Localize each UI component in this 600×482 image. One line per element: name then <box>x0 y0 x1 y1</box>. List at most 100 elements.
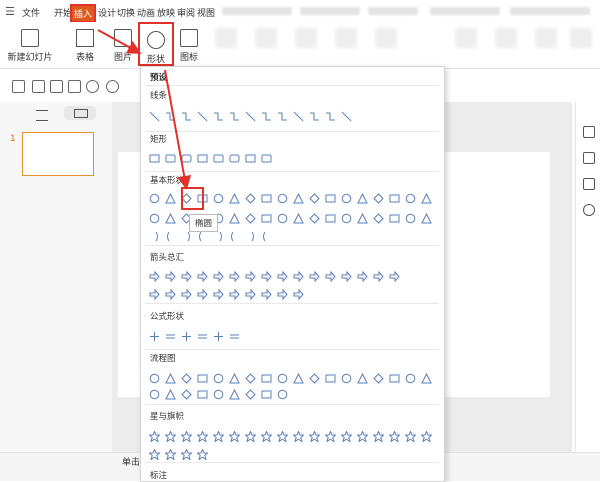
shape-option-star[interactable] <box>245 431 256 442</box>
shape-option-basic[interactable] <box>165 213 176 224</box>
shape-option-arrow[interactable] <box>165 289 176 300</box>
shape-option-flow[interactable] <box>181 389 192 400</box>
shape-option-flow[interactable] <box>229 373 240 384</box>
tab-review[interactable]: 审阅 <box>177 6 195 19</box>
slide-view-tab[interactable] <box>64 106 96 120</box>
shape-option-line[interactable] <box>293 111 304 122</box>
shape-option-flow[interactable] <box>229 389 240 400</box>
shape-option-arrow[interactable] <box>389 271 400 282</box>
shape-option-arrow[interactable] <box>149 271 160 282</box>
shape-option-flow[interactable] <box>341 373 352 384</box>
shape-option-flow[interactable] <box>165 373 176 384</box>
tab-insert[interactable]: 插入 <box>70 4 97 23</box>
shape-option-star[interactable] <box>149 449 160 460</box>
shape-option-flow[interactable] <box>277 373 288 384</box>
shape-option-basic[interactable] <box>421 213 432 224</box>
shape-option-eq[interactable] <box>213 331 224 342</box>
shape-option-arrow[interactable] <box>229 271 240 282</box>
shape-option-basic[interactable] <box>229 193 240 204</box>
shape-option-flow[interactable] <box>197 373 208 384</box>
shape-option-arrow[interactable] <box>293 271 304 282</box>
pdf-icon[interactable] <box>32 80 45 93</box>
shape-option-line[interactable] <box>197 111 208 122</box>
shape-option-flow[interactable] <box>405 373 416 384</box>
shape-option-star[interactable] <box>341 431 352 442</box>
shape-option-bracket[interactable] <box>245 231 256 242</box>
shape-option-star[interactable] <box>181 431 192 442</box>
shape-option-basic[interactable] <box>293 213 304 224</box>
shape-option-line[interactable] <box>341 111 352 122</box>
new-slide-button[interactable]: 新建幻灯片 <box>4 22 56 63</box>
shape-option-basic[interactable] <box>421 193 432 204</box>
shape-option-star[interactable] <box>293 431 304 442</box>
shape-option-star[interactable] <box>421 431 432 442</box>
shape-option-rect[interactable] <box>181 153 192 164</box>
shape-option-flow[interactable] <box>373 373 384 384</box>
shape-option-basic[interactable] <box>293 193 304 204</box>
tab-transition[interactable]: 切换 <box>117 6 135 19</box>
tab-view[interactable]: 视图 <box>197 6 215 19</box>
shape-option-star[interactable] <box>373 431 384 442</box>
shape-option-basic[interactable] <box>309 193 320 204</box>
shape-option-arrow[interactable] <box>165 271 176 282</box>
shape-option-bracket[interactable] <box>181 231 192 242</box>
shape-option-flow[interactable] <box>261 373 272 384</box>
shape-option-flow[interactable] <box>213 389 224 400</box>
shape-option-basic[interactable] <box>149 213 160 224</box>
shape-option-line[interactable] <box>149 111 160 122</box>
shape-option-bracket[interactable] <box>149 231 160 242</box>
shape-option-star[interactable] <box>165 431 176 442</box>
shape-option-rect[interactable] <box>149 153 160 164</box>
shape-button[interactable]: 形状 <box>138 22 174 66</box>
table-button[interactable]: 表格 <box>68 22 102 63</box>
tab-slideshow[interactable]: 放映 <box>157 6 175 19</box>
tab-design[interactable]: 设计 <box>98 6 116 19</box>
shape-option-basic[interactable] <box>325 213 336 224</box>
shape-option-basic[interactable] <box>373 213 384 224</box>
shape-option-rect[interactable] <box>261 153 272 164</box>
shape-option-basic[interactable] <box>389 193 400 204</box>
shape-option-arrow[interactable] <box>373 271 384 282</box>
shape-option-basic[interactable] <box>373 193 384 204</box>
shape-option-basic[interactable] <box>229 213 240 224</box>
shape-option-flow[interactable] <box>213 373 224 384</box>
shape-option-flow[interactable] <box>357 373 368 384</box>
shape-option-rect[interactable] <box>197 153 208 164</box>
properties-icon[interactable] <box>583 126 595 138</box>
shape-option-arrow[interactable] <box>197 289 208 300</box>
shape-option-arrow[interactable] <box>277 289 288 300</box>
shape-option-star[interactable] <box>197 431 208 442</box>
shape-option-basic[interactable] <box>389 213 400 224</box>
shape-option-star[interactable] <box>165 449 176 460</box>
icon-button[interactable]: 图标 <box>174 22 204 63</box>
shape-option-basic[interactable] <box>261 193 272 204</box>
layout-icon[interactable] <box>583 178 595 190</box>
shape-option-basic[interactable] <box>261 213 272 224</box>
shape-option-star[interactable] <box>213 431 224 442</box>
shape-option-line[interactable] <box>277 111 288 122</box>
shape-option-bracket[interactable] <box>197 231 208 242</box>
shape-option-flow[interactable] <box>245 389 256 400</box>
shape-option-arrow[interactable] <box>277 271 288 282</box>
shape-option-flow[interactable] <box>277 389 288 400</box>
shape-option-star[interactable] <box>357 431 368 442</box>
shape-option-star[interactable] <box>389 431 400 442</box>
shape-option-star[interactable] <box>309 431 320 442</box>
shape-option-basic[interactable] <box>325 193 336 204</box>
shape-option-flow[interactable] <box>197 389 208 400</box>
shape-option-arrow[interactable] <box>213 289 224 300</box>
shape-option-flow[interactable] <box>309 373 320 384</box>
shape-option-arrow[interactable] <box>197 271 208 282</box>
preview-icon[interactable] <box>68 80 81 93</box>
shape-option-arrow[interactable] <box>245 289 256 300</box>
magic-icon[interactable] <box>583 152 595 164</box>
undo-icon[interactable] <box>86 80 99 93</box>
shape-option-basic[interactable] <box>149 193 160 204</box>
redo-icon[interactable] <box>106 80 119 93</box>
shape-option-arrow[interactable] <box>213 271 224 282</box>
shape-option-basic[interactable] <box>165 193 176 204</box>
print-icon[interactable] <box>50 80 63 93</box>
shape-option-star[interactable] <box>149 431 160 442</box>
shape-option-arrow[interactable] <box>261 289 272 300</box>
shape-option-flow[interactable] <box>293 373 304 384</box>
